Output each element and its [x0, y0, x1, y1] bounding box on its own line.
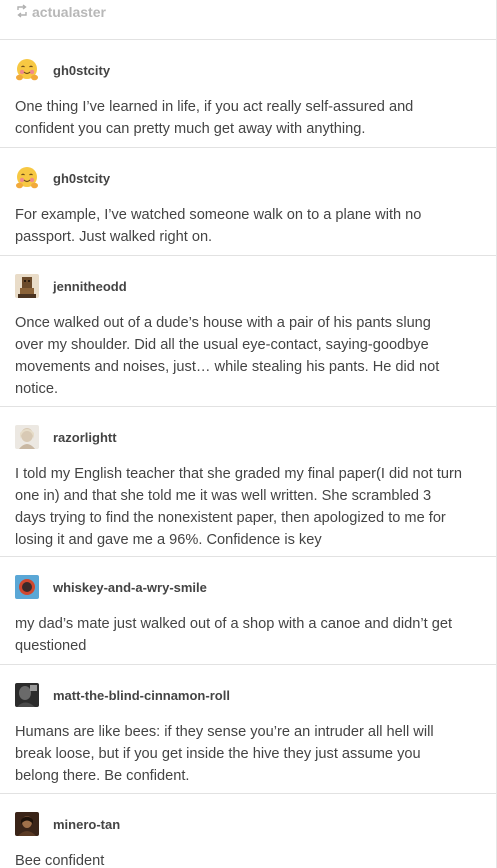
post-author: gh0stcity	[15, 166, 480, 190]
post: gh0stcity For example, I’ve watched some…	[0, 148, 496, 256]
post-username[interactable]: razorlightt	[53, 430, 117, 445]
post-text-line: Humans are like bees: if they sense you’…	[15, 724, 434, 740]
post-text-line: Once walked out of a dude’s house with a…	[15, 315, 431, 331]
post-text-line: I told my English teacher that she grade…	[15, 466, 462, 482]
post-text-line: my dad’s mate just walked out of a shop …	[15, 616, 453, 632]
light-photo-avatar[interactable]	[15, 425, 39, 449]
blue-circle-avatar[interactable]	[15, 575, 39, 599]
post-text-line: notice.	[15, 381, 58, 397]
post-body: I told my English teacher that she grade…	[15, 463, 480, 563]
post-author: jennitheodd	[15, 274, 480, 298]
reblog-icon	[16, 4, 28, 18]
post-author: razorlightt	[15, 425, 480, 449]
post-text-line: One thing I’ve learned in life, if you a…	[15, 99, 414, 115]
post-author: gh0stcity	[15, 58, 480, 82]
hugging-face-emoji-avatar[interactable]	[15, 58, 39, 82]
post: jennitheodd Once walked out of a dude’s …	[0, 256, 496, 407]
post-username[interactable]: matt-the-blind-cinnamon-roll	[53, 688, 230, 703]
post-username[interactable]: gh0stcity	[53, 63, 110, 78]
post-body: Humans are like bees: if they sense you’…	[15, 721, 480, 799]
post-text-line: Bee confident	[15, 853, 105, 868]
post-body: Bee confident	[15, 850, 480, 868]
post-username[interactable]: minero-tan	[53, 817, 120, 832]
post-author: whiskey-and-a-wry-smile	[15, 575, 480, 599]
post-username[interactable]: gh0stcity	[53, 171, 110, 186]
character-avatar[interactable]	[15, 274, 39, 298]
reblog-thread: actualaster gh0stcity One thing I’ve lea…	[0, 0, 497, 868]
dark-photo-avatar[interactable]	[15, 683, 39, 707]
post: gh0stcity One thing I’ve learned in life…	[0, 40, 496, 148]
post-text-line: belong there. Be confident.	[15, 768, 190, 784]
reblog-header: actualaster	[0, 0, 496, 40]
reblog-username[interactable]: actualaster	[32, 4, 106, 20]
post-text-line: losing it and gave me a 96%. Confidence …	[15, 532, 322, 548]
post-author: matt-the-blind-cinnamon-roll	[15, 683, 480, 707]
post: matt-the-blind-cinnamon-roll Humans are …	[0, 665, 496, 794]
post-text-line: movements and noises, just… while steali…	[15, 359, 440, 375]
post-text-line: days trying to find the nonexistent pape…	[15, 510, 446, 526]
post-body: my dad’s mate just walked out of a shop …	[15, 613, 480, 669]
post-body: Once walked out of a dude’s house with a…	[15, 312, 480, 412]
post-text-line: For example, I’ve watched someone walk o…	[15, 207, 422, 223]
hugging-face-emoji-avatar[interactable]	[15, 166, 39, 190]
post-author: minero-tan	[15, 812, 480, 836]
post-body: One thing I’ve learned in life, if you a…	[15, 96, 480, 152]
post-username[interactable]: jennitheodd	[53, 279, 127, 294]
post-body: For example, I’ve watched someone walk o…	[15, 204, 480, 260]
post-text-line: over my shoulder. Did all the usual eye-…	[15, 337, 429, 353]
post-text-line: one in) and that she told me it was well…	[15, 488, 432, 504]
post-text-line: break loose, but if you get inside the h…	[15, 746, 421, 762]
post-username[interactable]: whiskey-and-a-wry-smile	[53, 580, 207, 595]
post: minero-tan Bee confident	[0, 794, 496, 868]
dark-portrait-avatar[interactable]	[15, 812, 39, 836]
post: razorlightt I told my English teacher th…	[0, 407, 496, 557]
post-text-line: passport. Just walked right on.	[15, 229, 213, 245]
post-text-line: confident you can pretty much get away w…	[15, 121, 366, 137]
post-text-line: questioned	[15, 638, 87, 654]
post: whiskey-and-a-wry-smile my dad’s mate ju…	[0, 557, 496, 665]
